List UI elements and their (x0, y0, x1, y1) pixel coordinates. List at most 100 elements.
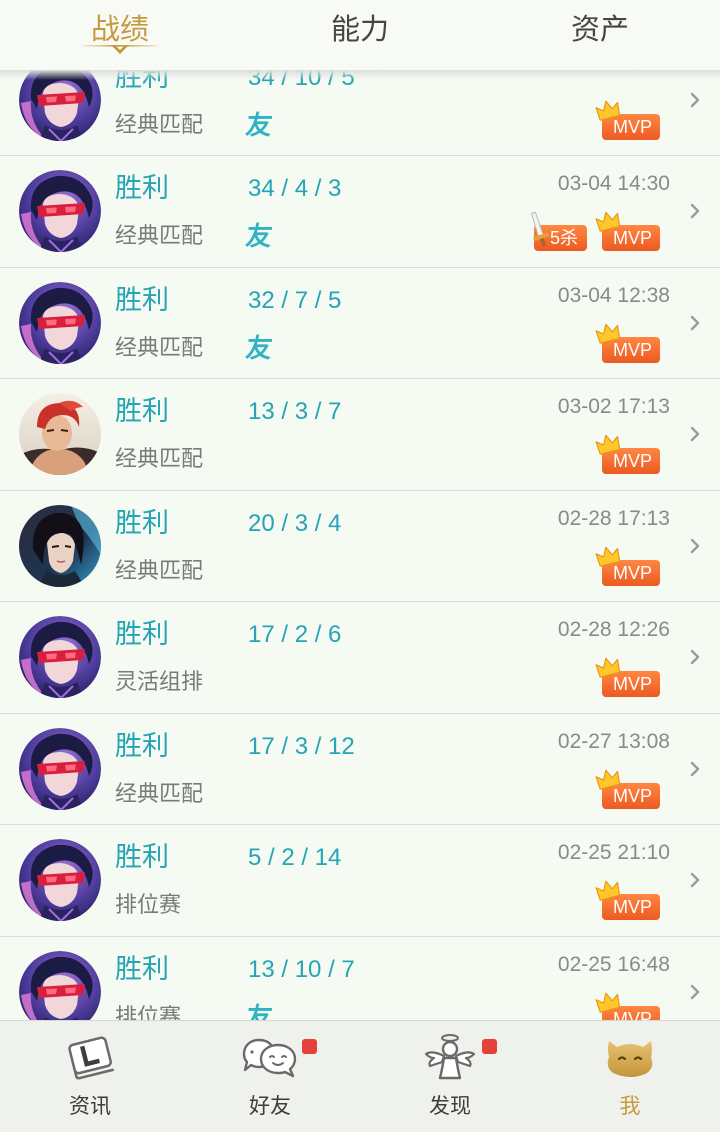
game-mode: 经典匹配 (115, 112, 204, 138)
tab-assets[interactable]: 资产 (480, 0, 720, 60)
hero-avatar (19, 281, 101, 364)
match-result: 胜利 (115, 396, 169, 427)
kda-score: 13 / 3 / 7 (248, 398, 342, 425)
kda-score: 13 / 10 / 7 (248, 955, 355, 983)
kda-score: 17 / 3 / 12 (248, 732, 355, 760)
mvp-badge: MVP (595, 657, 660, 697)
badge-label: MVP (613, 785, 653, 806)
game-mode: 经典匹配 (115, 781, 204, 807)
match-result: 胜利 (115, 619, 169, 650)
match-result: 胜利 (115, 842, 169, 873)
match-result: 胜利 (115, 953, 169, 985)
chevron-right-icon (690, 315, 700, 331)
me-mascot-icon (540, 1032, 720, 1082)
nav-item-friends[interactable]: 好友 (180, 1021, 360, 1132)
nav-label: 发现 (429, 1094, 471, 1118)
badge-label: MVP (613, 674, 653, 694)
friend-tag: 友 (243, 110, 275, 141)
game-mode: 排位赛 (115, 1004, 182, 1021)
nav-label: 我 (619, 1094, 641, 1118)
match-row[interactable]: 胜利 17 / 2 / 6 02-28 12:26 灵活组排 MVP (0, 602, 720, 714)
news-book-icon (0, 1032, 180, 1082)
match-result: 胜利 (115, 173, 169, 204)
game-mode: 经典匹配 (115, 224, 204, 249)
match-result: 胜利 (115, 507, 169, 539)
notification-dot (302, 1039, 317, 1054)
nav-label: 好友 (249, 1094, 291, 1118)
match-row[interactable]: 胜利 13 / 10 / 7 02-25 16:48 排位赛 友 MVP (0, 937, 720, 1021)
nav-item-discover[interactable]: 发现 (360, 1021, 540, 1132)
match-list[interactable]: 胜利 34 / 10 / 5 经典匹配友 MVP 胜利 34 / 4 / 3 03-04… (0, 70, 720, 1020)
chevron-right-icon (690, 92, 700, 108)
kda-score: 32 / 7 / 5 (248, 286, 342, 314)
game-mode: 排位赛 (115, 893, 182, 918)
kda-score: 34 / 4 / 3 (248, 175, 342, 202)
kda-score: 5 / 2 / 14 (248, 844, 342, 871)
match-row[interactable]: 胜利 20 / 3 / 4 02-28 17:13 经典匹配 MVP (0, 491, 720, 602)
friend-tag: 友 (243, 333, 275, 364)
mvp-badge: MVP (595, 880, 660, 920)
game-mode: 灵活组排 (115, 670, 204, 695)
mvp-badge: MVP (595, 100, 660, 140)
badge-label: MVP (613, 228, 653, 248)
hero-avatar (19, 393, 101, 475)
match-time: 02-25 21:10 (557, 841, 670, 864)
chevron-right-icon (690, 649, 700, 665)
mvp-badge: MVP (595, 546, 660, 586)
nav-item-news[interactable]: 资讯 (0, 1021, 180, 1132)
game-mode: 经典匹配 (115, 447, 204, 472)
hero-avatar (19, 504, 101, 587)
hero-avatar (19, 950, 101, 1020)
mvp-badge: MVP (595, 211, 660, 251)
match-row[interactable]: 胜利 13 / 3 / 7 03-02 17:13 经典匹配 MVP (0, 379, 720, 491)
bottom-nav: 资讯 好友 发现 我 (0, 1020, 720, 1132)
friend-tag: 友 (243, 222, 275, 252)
badge-label: MVP (613, 451, 653, 471)
chevron-right-icon (690, 203, 700, 219)
match-history-screen: 战绩 能力 资产 胜利 34 / 10 / 5 经典匹配友 MVP 胜利 34 / 4… (0, 0, 720, 1132)
mvp-badge: MVP (595, 323, 660, 363)
hero-avatar (19, 727, 101, 810)
mvp-badge: MVP (595, 434, 660, 474)
tab-ability[interactable]: 能力 (240, 0, 480, 60)
kda-score: 20 / 3 / 4 (248, 509, 342, 537)
badge-label: MVP (613, 562, 653, 583)
sword-icon (525, 210, 553, 250)
header-shadow (0, 70, 720, 80)
top-tab-bar: 战绩 能力 资产 (0, 0, 720, 70)
game-mode: 经典匹配 (115, 558, 204, 584)
nav-label: 资讯 (69, 1094, 111, 1118)
match-time: 02-25 16:48 (557, 952, 670, 976)
match-time: 03-04 12:38 (557, 283, 670, 307)
hero-avatar (19, 170, 101, 252)
notification-dot (482, 1039, 497, 1054)
pentakill-badge: 5杀 (530, 211, 587, 251)
badge-label: 5杀 (550, 228, 579, 248)
chevron-right-icon (690, 426, 700, 442)
match-time: 03-04 14:30 (557, 172, 670, 195)
match-result: 胜利 (115, 730, 169, 762)
nav-item-me[interactable]: 我 (540, 1021, 720, 1132)
match-row[interactable]: 胜利 32 / 7 / 5 03-04 12:38 经典匹配 友 MVP (0, 268, 720, 379)
hero-avatar (19, 70, 101, 141)
kda-score: 17 / 2 / 6 (248, 621, 342, 648)
match-row[interactable]: 胜利 5 / 2 / 14 02-25 21:10 排位赛 MVP (0, 825, 720, 937)
badge-label: MVP (613, 339, 653, 360)
match-list-content: 胜利 34 / 10 / 5 经典匹配友 MVP 胜利 34 / 4 / 3 03-04… (0, 70, 720, 1020)
badge-label: MVP (613, 116, 653, 137)
mvp-badge: MVP (595, 769, 660, 809)
game-mode: 经典匹配 (115, 335, 204, 361)
friends-chat-icon (180, 1032, 360, 1082)
match-row[interactable]: 胜利 17 / 3 / 12 02-27 13:08 经典匹配 MVP (0, 714, 720, 825)
hero-avatar (19, 616, 101, 698)
discover-angel-icon (360, 1032, 540, 1082)
hero-avatar (19, 839, 101, 921)
match-time: 03-02 17:13 (557, 395, 670, 418)
match-result: 胜利 (115, 284, 169, 316)
match-time: 02-27 13:08 (557, 729, 670, 753)
match-row[interactable]: 胜利 34 / 10 / 5 经典匹配友 MVP (0, 70, 720, 156)
friend-tag: 友 (243, 1002, 275, 1021)
match-time: 02-28 17:13 (557, 506, 670, 530)
match-row[interactable]: 胜利 34 / 4 / 3 03-04 14:30 经典匹配 友 5杀 MVP (0, 156, 720, 268)
chevron-right-icon (690, 984, 700, 1000)
